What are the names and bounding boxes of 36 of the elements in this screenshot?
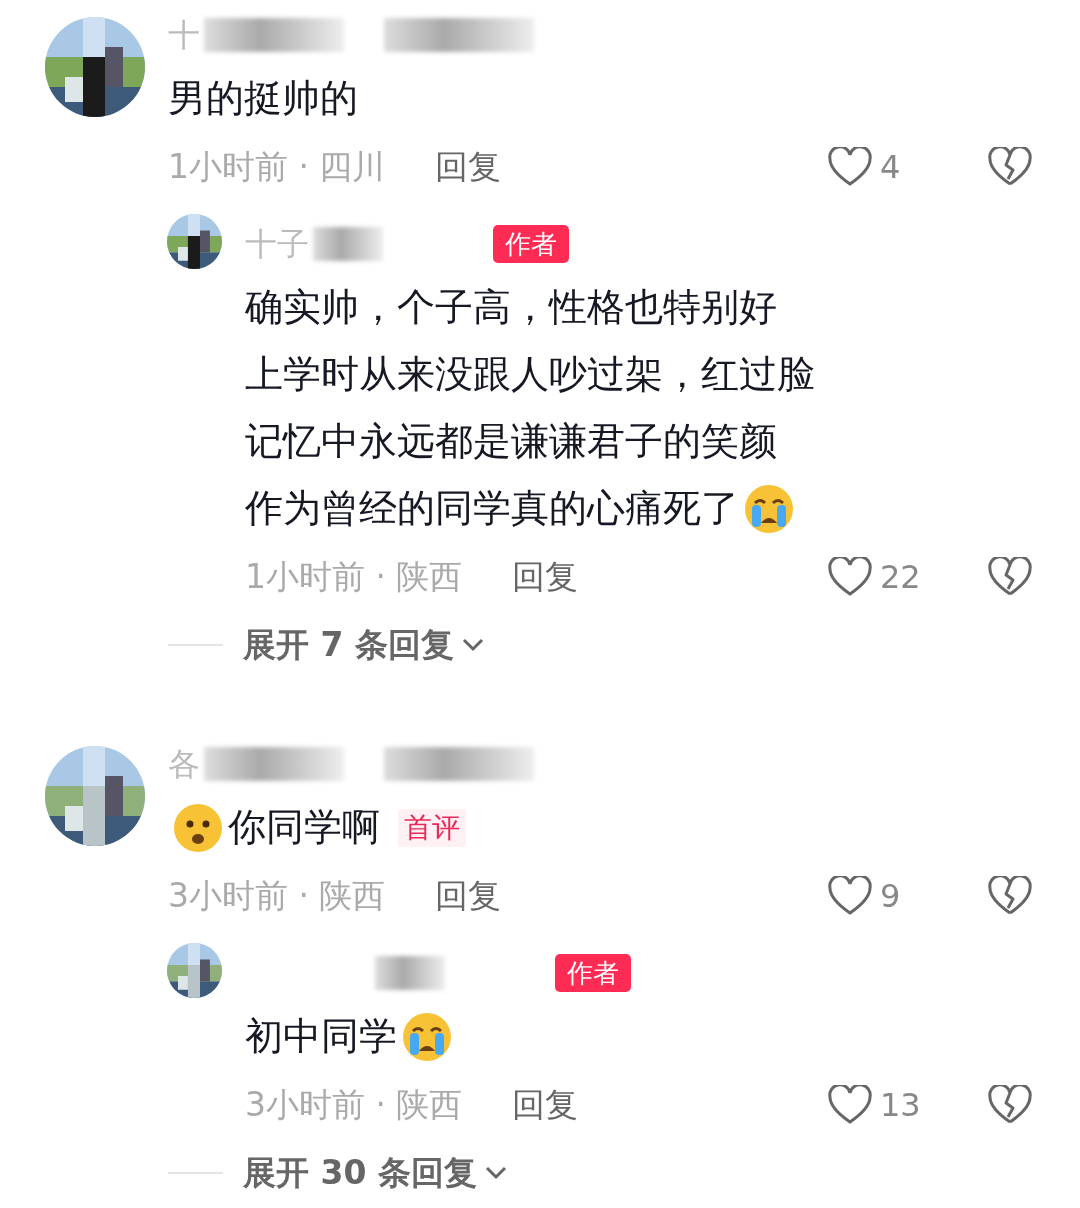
- comment-text: 初中同学: [245, 1013, 397, 1060]
- broken-heart-icon[interactable]: [988, 557, 1032, 597]
- chevron-down-icon: [461, 638, 484, 652]
- reply-button[interactable]: 回复: [512, 552, 579, 602]
- like-count: 4: [880, 147, 901, 188]
- comment-text: 记忆中永远都是谦谦君子的笑颜: [245, 418, 777, 465]
- time-location: 1小时前 · 陕西: [245, 556, 463, 599]
- redaction-blur: [375, 956, 445, 990]
- like-count: 9: [880, 876, 901, 917]
- reply-button[interactable]: 回复: [512, 1080, 579, 1130]
- time-location: 3小时前 · 陕西: [245, 1084, 463, 1127]
- reply-button[interactable]: 回复: [435, 871, 502, 921]
- chevron-down-icon: [484, 1166, 507, 1180]
- redaction-blur: [313, 227, 383, 261]
- author-tag: 作者: [493, 225, 569, 263]
- comment-text: 作为曾经的同学真的心痛死了: [245, 485, 739, 532]
- comment-text: 你同学啊: [228, 804, 380, 851]
- heart-icon[interactable]: [828, 1085, 872, 1125]
- comment-text: 确实帅，个子高，性格也特别好: [245, 284, 777, 331]
- expand-replies-button[interactable]: 展开 7 条回复: [243, 620, 484, 670]
- time-location: 1小时前 · 四川: [168, 146, 386, 189]
- reply-button[interactable]: 回复: [435, 142, 502, 192]
- broken-heart-icon[interactable]: [988, 147, 1032, 187]
- heart-icon[interactable]: [828, 557, 872, 597]
- author-tag: 作者: [555, 954, 631, 992]
- broken-heart-icon[interactable]: [988, 876, 1032, 916]
- heart-icon[interactable]: [828, 876, 872, 916]
- like-count: 13: [880, 1085, 921, 1126]
- comment-text: 上学时从来没跟人吵过架，红过脸: [245, 351, 815, 398]
- heart-icon[interactable]: [828, 147, 872, 187]
- like-count: 22: [880, 557, 921, 598]
- comment-text: 男的挺帅的: [168, 75, 358, 122]
- expand-replies-button[interactable]: 展开 30 条回复: [243, 1148, 507, 1198]
- time-location: 3小时前 · 陕西: [168, 875, 386, 918]
- broken-heart-icon[interactable]: [988, 1085, 1032, 1125]
- first-comment-tag: 首评: [398, 808, 466, 847]
